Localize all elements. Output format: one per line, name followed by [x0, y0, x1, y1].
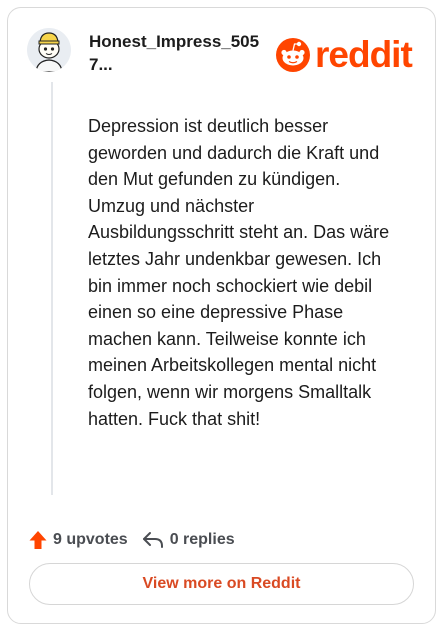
comment-body: Depression ist deutlich besser geworden … — [88, 116, 390, 429]
snoo-avatar-icon — [27, 28, 71, 72]
reply-count: 0 replies — [169, 531, 235, 548]
comment-stats: 9 upvotes 0 replies — [29, 530, 235, 550]
view-more-button[interactable]: View more on Reddit — [29, 563, 414, 605]
reddit-wordmark: reddit — [315, 34, 413, 75]
upvote-count: 9 upvotes — [53, 531, 128, 548]
upvote-stat[interactable]: 9 upvotes — [29, 530, 128, 550]
reply-stat[interactable]: 0 replies — [142, 531, 235, 549]
upvote-arrow-icon — [29, 531, 47, 549]
username[interactable]: Honest_Impress_5057... — [89, 30, 279, 76]
thread-line — [51, 82, 53, 495]
reddit-logo[interactable]: reddit — [275, 34, 413, 75]
user-avatar[interactable] — [27, 28, 71, 72]
reply-arrow-icon — [142, 532, 163, 548]
reddit-snoo-icon — [276, 38, 310, 72]
reddit-comment-card: Honest_Impress_5057... reddit Depression… — [7, 7, 436, 624]
